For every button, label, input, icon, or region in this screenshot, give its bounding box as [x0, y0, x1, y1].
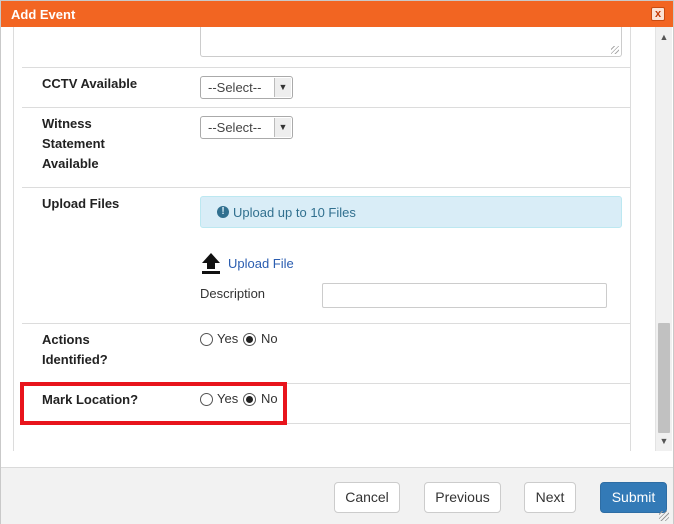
submit-button[interactable]: Submit — [600, 482, 667, 513]
add-event-dialog: Add Event x CCTV Available --Select-- ▼ … — [0, 0, 674, 524]
scroll-down-icon[interactable]: ▼ — [656, 433, 672, 449]
mark-location-highlight — [20, 382, 287, 425]
witness-label-line1: Witness — [42, 116, 92, 131]
upload-info-alert: ! Upload up to 10 Files — [200, 196, 622, 228]
notes-textarea[interactable] — [200, 27, 622, 57]
form-row-actions-identified: Actions Identified? Yes No — [22, 324, 630, 384]
form-scroll-area[interactable]: CCTV Available --Select-- ▼ Witness Stat… — [1, 27, 673, 451]
actions-identified-no-radio[interactable] — [243, 333, 256, 346]
scroll-up-icon[interactable]: ▲ — [656, 29, 672, 45]
form-row-cctv: CCTV Available --Select-- ▼ — [22, 68, 630, 108]
upload-files-label: Upload Files — [42, 196, 120, 211]
actions-identified-no-label[interactable]: No — [261, 331, 278, 346]
dialog-resize-handle[interactable] — [659, 511, 669, 521]
cctv-select-value: --Select-- — [208, 80, 262, 95]
form-row-upload: Upload Files ! Upload up to 10 Files Upl… — [22, 188, 630, 324]
actions-identified-yes-radio[interactable] — [200, 333, 213, 346]
form-row-witness: Witness Statement Available --Select-- ▼ — [22, 108, 630, 188]
upload-arrow-icon — [202, 253, 220, 274]
upload-info-text: Upload up to 10 Files — [233, 205, 356, 220]
description-label: Description — [200, 286, 266, 301]
cancel-button[interactable]: Cancel — [334, 482, 400, 513]
scrollbar-thumb[interactable] — [658, 323, 670, 433]
textarea-resize-handle[interactable] — [611, 46, 619, 54]
next-button[interactable]: Next — [524, 482, 576, 513]
dialog-title: Add Event — [11, 7, 76, 22]
dialog-titlebar[interactable]: Add Event x — [1, 1, 673, 27]
close-button[interactable]: x — [651, 7, 665, 21]
chevron-down-icon: ▼ — [274, 78, 291, 97]
witness-label-line2: Statement — [42, 136, 105, 151]
upload-file-text[interactable]: Upload File — [228, 256, 294, 271]
dialog-footer: Cancel Previous Next Submit — [1, 467, 673, 524]
actions-identified-label-line1: Actions — [42, 332, 90, 347]
vertical-scrollbar[interactable]: ▲ ▼ — [655, 27, 672, 451]
description-input[interactable] — [322, 283, 607, 308]
cctv-select[interactable]: --Select-- ▼ — [200, 76, 293, 99]
actions-identified-yes-label[interactable]: Yes — [217, 331, 238, 346]
info-circle-icon: ! — [217, 206, 229, 218]
actions-identified-label-line2: Identified? — [42, 352, 108, 367]
chevron-down-icon: ▼ — [274, 118, 291, 137]
witness-label-line3: Available — [42, 156, 99, 171]
cctv-label: CCTV Available — [42, 76, 138, 91]
witness-select[interactable]: --Select-- ▼ — [200, 116, 293, 139]
witness-select-value: --Select-- — [208, 120, 262, 135]
previous-button[interactable]: Previous — [424, 482, 501, 513]
form-row-previous — [22, 27, 630, 68]
